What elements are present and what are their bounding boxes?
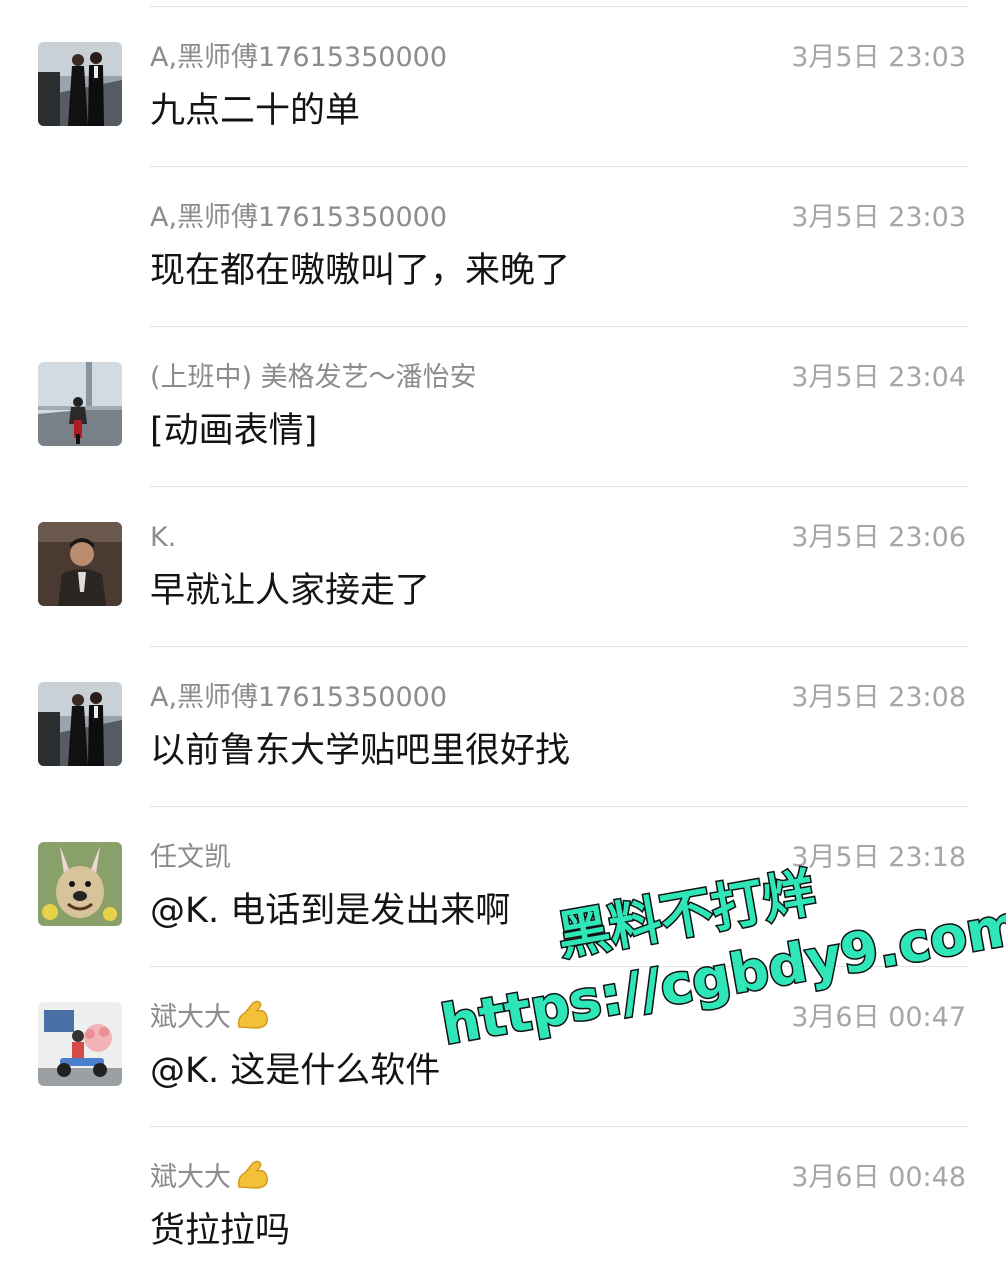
chat-message-row[interactable]: K. 3月5日 23:06 早就让人家接走了 bbox=[0, 486, 1006, 646]
sender-name-text: 斌大大 bbox=[150, 1002, 231, 1033]
row-divider bbox=[150, 166, 968, 167]
chat-message-row[interactable]: 斌大大 3月6日 00:48 货拉拉吗 bbox=[0, 1126, 1006, 1286]
flexed-biceps-icon bbox=[235, 1159, 271, 1191]
avatar[interactable] bbox=[38, 682, 122, 766]
message-text[interactable]: @K. 电话到是发出来啊 bbox=[150, 886, 510, 936]
sender-name[interactable]: 斌大大 bbox=[150, 998, 271, 1038]
message-timestamp: 3月5日 23:06 bbox=[791, 522, 966, 553]
sender-name[interactable]: K. bbox=[150, 518, 176, 558]
sender-name-text: K. bbox=[150, 522, 177, 553]
sender-name[interactable]: A,黑师傅17615350000 bbox=[150, 38, 447, 78]
avatar[interactable] bbox=[38, 362, 122, 446]
message-timestamp: 3月6日 00:48 bbox=[791, 1162, 966, 1193]
avatar[interactable] bbox=[38, 842, 122, 926]
chat-message-row[interactable]: (上班中) 美格发艺～潘怡安 3月5日 23:04 [动画表情] bbox=[0, 326, 1006, 486]
message-timestamp: 3月5日 23:04 bbox=[791, 362, 966, 393]
row-divider bbox=[150, 646, 968, 647]
row-divider bbox=[150, 966, 968, 967]
message-timestamp: 3月5日 23:08 bbox=[791, 682, 966, 713]
avatar[interactable] bbox=[38, 42, 122, 126]
sender-name[interactable]: A,黑师傅17615350000 bbox=[150, 198, 447, 238]
sender-name[interactable]: 任文凯 bbox=[150, 838, 231, 878]
sender-name-text: A,黑师傅17615350000 bbox=[150, 42, 448, 73]
row-divider bbox=[150, 6, 968, 7]
row-divider bbox=[150, 1126, 968, 1127]
flexed-biceps-icon bbox=[235, 999, 271, 1031]
message-timestamp: 3月6日 00:47 bbox=[791, 1002, 966, 1033]
message-text[interactable]: @K. 这是什么软件 bbox=[150, 1046, 440, 1096]
sender-name-text: A,黑师傅17615350000 bbox=[150, 202, 448, 233]
message-timestamp: 3月5日 23:18 bbox=[791, 842, 966, 873]
message-timestamp: 3月5日 23:03 bbox=[791, 202, 966, 233]
avatar[interactable] bbox=[38, 522, 122, 606]
avatar[interactable] bbox=[38, 1002, 122, 1086]
chat-message-row[interactable]: A,黑师傅17615350000 3月5日 23:08 以前鲁东大学贴吧里很好找 bbox=[0, 646, 1006, 806]
sender-name-text: 任文凯 bbox=[150, 842, 231, 873]
message-text[interactable]: 以前鲁东大学贴吧里很好找 bbox=[150, 726, 570, 776]
row-divider bbox=[150, 806, 968, 807]
row-divider bbox=[150, 486, 968, 487]
chat-message-row[interactable]: A,黑师傅17615350000 3月5日 23:03 九点二十的单 bbox=[0, 6, 1006, 166]
message-text[interactable]: 货拉拉吗 bbox=[150, 1206, 290, 1256]
message-timestamp: 3月5日 23:03 bbox=[791, 42, 966, 73]
sender-name[interactable]: A,黑师傅17615350000 bbox=[150, 678, 447, 718]
message-text[interactable]: 现在都在嗷嗷叫了，来晚了 bbox=[150, 246, 570, 296]
sender-name-text: 斌大大 bbox=[150, 1162, 231, 1193]
message-text[interactable]: 早就让人家接走了 bbox=[150, 566, 430, 616]
sender-name[interactable]: (上班中) 美格发艺～潘怡安 bbox=[150, 358, 477, 398]
chat-message-row[interactable]: 斌大大 3月6日 00:47 @K. 这是什么软件 bbox=[0, 966, 1006, 1126]
row-divider bbox=[150, 326, 968, 327]
sender-name-text: (上班中) 美格发艺～潘怡安 bbox=[150, 362, 477, 393]
message-text[interactable]: [动画表情] bbox=[150, 406, 317, 456]
sender-name[interactable]: 斌大大 bbox=[150, 1158, 271, 1198]
sender-name-text: A,黑师傅17615350000 bbox=[150, 682, 448, 713]
message-text[interactable]: 九点二十的单 bbox=[150, 86, 360, 136]
chat-message-row[interactable]: A,黑师傅17615350000 3月5日 23:03 现在都在嗷嗷叫了，来晚了 bbox=[0, 166, 1006, 326]
chat-message-row[interactable]: 任文凯 3月5日 23:18 @K. 电话到是发出来啊 bbox=[0, 806, 1006, 966]
